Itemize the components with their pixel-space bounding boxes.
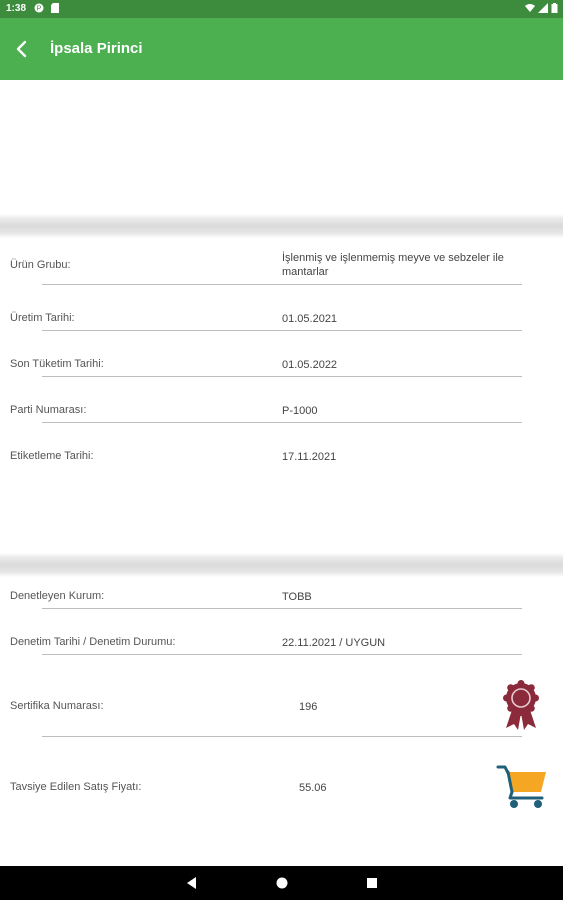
signal-icon	[538, 3, 548, 13]
row-divider	[42, 608, 522, 609]
batch-number-value: P-1000	[282, 405, 318, 417]
back-arrow-icon[interactable]	[10, 36, 36, 62]
inspecting-body-label: Denetleyen Kurum:	[10, 590, 105, 602]
nav-home-icon[interactable]	[274, 875, 290, 891]
page-title: İpsala Pirinci	[50, 40, 143, 57]
section-divider	[0, 214, 563, 238]
row-divider	[42, 284, 522, 285]
status-time: 1:38	[6, 3, 27, 14]
expiry-date-label: Son Tüketim Tarihi:	[10, 358, 104, 370]
row-divider	[42, 330, 522, 331]
shopping-cart-icon[interactable]	[496, 764, 548, 810]
inspection-date-value: 22.11.2021 / UYGUN	[282, 637, 386, 649]
production-date-value: 01.05.2021	[282, 313, 338, 325]
recommended-price-label: Tavsiye Edilen Satış Fiyatı:	[10, 781, 142, 793]
notification-icon: P	[34, 3, 44, 13]
system-nav-bar	[0, 866, 563, 900]
labeling-date-value: 17.11.2021	[282, 451, 337, 463]
expiry-date-value: 01.05.2022	[282, 359, 338, 371]
svg-text:P: P	[37, 6, 42, 13]
product-group-label: Ürün Grubu:	[10, 259, 71, 271]
nav-recents-icon[interactable]	[364, 875, 380, 891]
row-divider	[42, 376, 522, 377]
inspection-date-label: Denetim Tarihi / Denetim Durumu:	[10, 636, 176, 648]
row-divider	[42, 736, 522, 737]
certificate-number-value: 196	[299, 701, 318, 713]
production-date-label: Üretim Tarihi:	[10, 312, 75, 324]
section-divider	[0, 553, 563, 577]
sd-card-icon	[51, 3, 59, 13]
inspecting-body-value: TOBB	[282, 591, 312, 603]
certificate-number-label: Sertifika Numarası:	[10, 700, 104, 712]
product-group-value: İşlenmiş ve işlenmemiş meyve ve sebzeler…	[282, 252, 504, 278]
row-divider	[42, 654, 522, 655]
wifi-icon	[525, 4, 535, 12]
product-image-area	[0, 80, 563, 214]
award-badge-icon	[503, 680, 539, 730]
batch-number-label: Parti Numarası:	[10, 404, 87, 416]
app-bar: İpsala Pirinci	[0, 18, 563, 80]
nav-back-icon[interactable]	[184, 875, 200, 891]
labeling-date-label: Etiketleme Tarihi:	[10, 450, 94, 462]
status-bar: 1:38 P	[0, 0, 563, 18]
row-divider	[42, 422, 522, 423]
recommended-price-value: 55.06	[299, 782, 327, 794]
battery-icon	[551, 3, 558, 13]
